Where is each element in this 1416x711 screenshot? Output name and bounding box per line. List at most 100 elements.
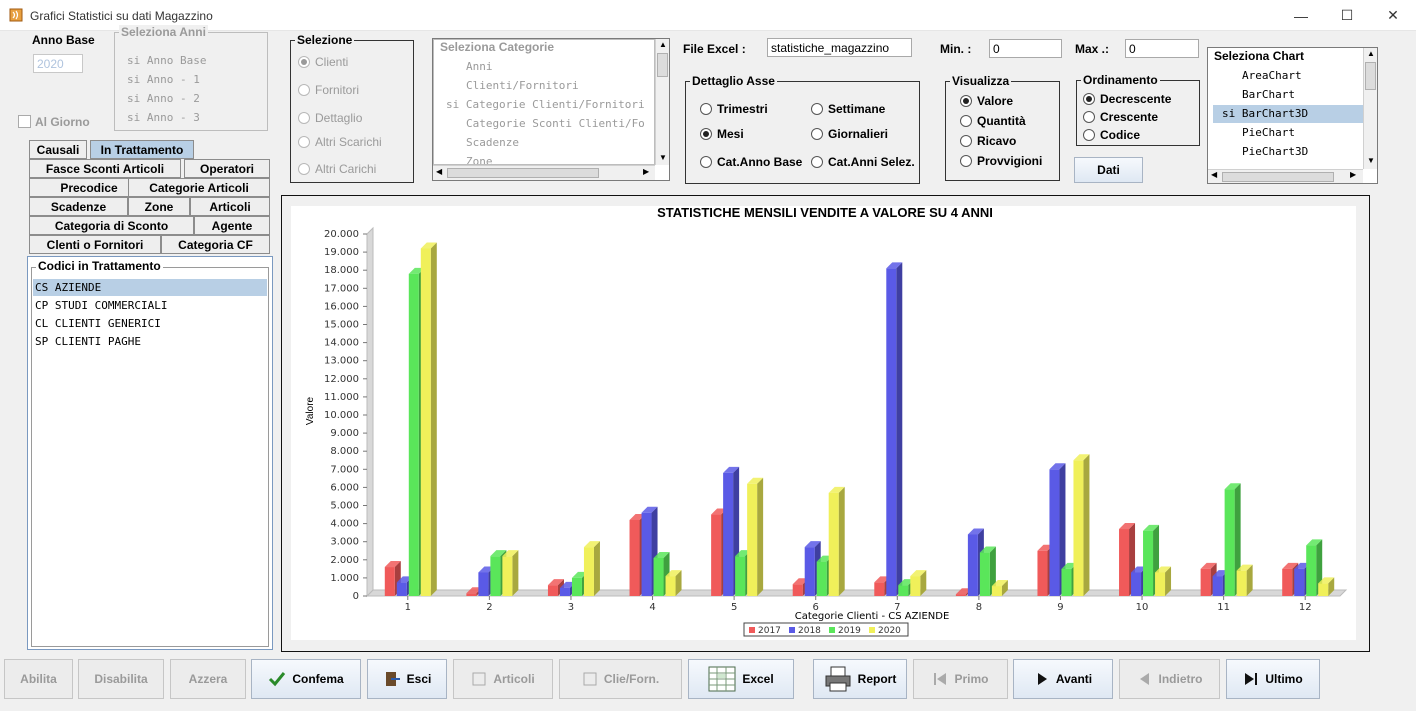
primo-button[interactable]: Primo [913,659,1008,699]
radio-trimestri[interactable]: Trimestri [700,102,768,116]
radio-clienti[interactable]: Clienti [298,55,348,69]
minimize-button[interactable]: — [1278,0,1324,31]
chart-item[interactable]: PieChart [1242,126,1295,139]
radio-ricavo[interactable]: Ricavo [960,134,1016,148]
categorie-item[interactable]: Scadenze [466,136,519,149]
scroll-right-icon[interactable]: ▶ [643,167,649,176]
indietro-button[interactable]: Indietro [1119,659,1220,699]
max-input[interactable]: 0 [1125,39,1199,58]
tab-agente[interactable]: Agente [194,216,270,235]
al-giorno-checkbox[interactable] [18,115,31,128]
anni-item[interactable]: si Anno - 1 [127,73,200,86]
categorie-item[interactable]: Zone [466,155,493,164]
radio-dot [700,156,712,168]
scroll-thumb[interactable] [447,168,599,178]
chart-item[interactable]: si BarChart3D [1222,107,1308,120]
anno-base-field[interactable]: 2020 [33,54,83,73]
bar-front [665,576,676,596]
radio-provvigioni[interactable]: Provvigioni [960,154,1042,168]
tab-categorie-articoli[interactable]: Categorie Articoli [128,178,270,197]
radio-settimane[interactable]: Settimane [811,102,885,116]
codici-item[interactable]: CL CLIENTI GENERICI [35,317,161,330]
radio-quantita[interactable]: Quantità [960,114,1026,128]
tab-clienti-fornitori[interactable]: Clenti o Fornitori [29,235,161,254]
clie-forn-button[interactable]: Clie/Forn. [559,659,682,699]
tab-in-trattamento[interactable]: In Trattamento [90,140,194,159]
scroll-up-icon[interactable]: ▲ [1367,49,1375,58]
chart-item[interactable]: BarChart [1242,88,1295,101]
chart-hscrollbar[interactable]: ◀ ▶ [1208,169,1363,183]
scroll-thumb[interactable] [1222,172,1334,182]
abilita-button[interactable]: Abilita [4,659,73,699]
scroll-thumb[interactable] [1365,62,1376,90]
tab-categoria-sconto[interactable]: Categoria di Sconto [29,216,194,235]
scroll-left-icon[interactable]: ◀ [436,167,442,176]
excel-button[interactable]: Excel [688,659,794,699]
codici-item[interactable]: CP STUDI COMMERCIALI [35,299,167,312]
tab-scadenze[interactable]: Scadenze [29,197,128,216]
x-tick-label: 4 [649,602,655,613]
radio-codice[interactable]: Codice [1083,128,1140,142]
categorie-hscrollbar[interactable]: ◀ ▶ [433,165,655,180]
tab-causali[interactable]: Causali [29,140,87,159]
radio-dot [1083,129,1095,141]
radio-cat-anni-selez[interactable]: Cat.Anni Selez. [811,155,915,169]
anni-item[interactable]: si Anno - 3 [127,111,200,124]
file-excel-input[interactable]: statistiche_magazzino [767,38,912,57]
radio-altri-scarichi[interactable]: Altri Scarichi [298,135,382,149]
radio-altri-carichi[interactable]: Altri Carichi [298,162,376,176]
scroll-down-icon[interactable]: ▼ [1367,156,1375,165]
seleziona-chart-list[interactable]: Seleziona Chart AreaChart BarChart si Ba… [1207,47,1378,184]
min-input[interactable]: 0 [989,39,1062,58]
chart-item[interactable]: AreaChart [1242,69,1302,82]
chart-item[interactable]: PieChart3D [1242,145,1308,158]
scroll-up-icon[interactable]: ▲ [659,40,667,49]
printer-icon [825,666,851,692]
esci-button[interactable]: Esci [367,659,447,699]
bar-2020-5 [747,477,764,596]
radio-label: Giornalieri [828,127,889,141]
tab-zone[interactable]: Zone [128,197,190,216]
articoli-button[interactable]: Articoli [453,659,553,699]
radio-decrescente[interactable]: Decrescente [1083,92,1171,106]
scroll-left-icon[interactable]: ◀ [1211,170,1217,179]
radio-giornalieri[interactable]: Giornalieri [811,127,888,141]
radio-mesi[interactable]: Mesi [700,127,744,141]
codici-item[interactable]: CS AZIENDE [35,281,101,294]
radio-crescente[interactable]: Crescente [1083,110,1158,124]
categorie-vscrollbar[interactable]: ▲ ▼ [655,39,669,165]
tab-operatori[interactable]: Operatori [184,159,270,178]
conferma-button[interactable]: Confema [251,659,361,699]
codici-item[interactable]: SP CLIENTI PAGHE [35,335,141,348]
maximize-button[interactable]: ☐ [1324,0,1370,31]
dati-button[interactable]: Dati [1074,157,1143,183]
azzera-button[interactable]: Azzera [170,659,246,699]
scroll-right-icon[interactable]: ▶ [1350,170,1356,179]
report-button[interactable]: Report [813,659,907,699]
tab-fasce-sconti[interactable]: Fasce Sconti Articoli [29,159,181,178]
y-tick-label: 3.000 [330,537,359,548]
categorie-item[interactable]: Clienti/Fornitori [466,79,579,92]
anni-item[interactable]: si Anno Base [127,54,206,67]
chart-vscrollbar[interactable]: ▲ ▼ [1363,48,1377,169]
radio-cat-anno-base[interactable]: Cat.Anno Base [700,155,802,169]
anni-item[interactable]: si Anno - 2 [127,92,200,105]
categorie-item[interactable]: si Categorie Clienti/Fornitori [446,98,645,111]
radio-fornitori[interactable]: Fornitori [298,83,359,97]
close-button[interactable]: ✕ [1370,0,1416,31]
bar-front [466,593,477,596]
categorie-item[interactable]: Categorie Sconti Clienti/Fo [466,117,645,130]
x-tick-label: 2 [486,602,492,613]
scroll-down-icon[interactable]: ▼ [659,153,667,162]
categorie-item[interactable]: Anni [466,60,493,73]
tab-articoli[interactable]: Articoli [190,197,270,216]
disabilita-button[interactable]: Disabilita [78,659,164,699]
radio-valore[interactable]: Valore [960,94,1013,108]
ultimo-button[interactable]: Ultimo [1226,659,1320,699]
tab-categoria-cf[interactable]: Categoria CF [161,235,270,254]
radio-dettaglio[interactable]: Dettaglio [298,111,362,125]
scroll-thumb[interactable] [657,53,668,77]
seleziona-categorie-list[interactable]: Seleziona Categorie Anni Clienti/Fornito… [432,38,670,181]
legend-swatch [789,627,795,633]
avanti-button[interactable]: Avanti [1013,659,1113,699]
